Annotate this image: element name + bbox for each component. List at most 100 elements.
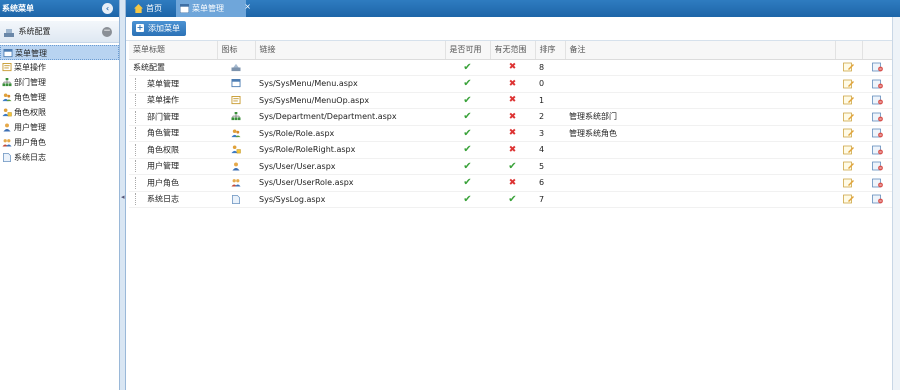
sidebar-title: 系统菜单 bbox=[2, 4, 34, 13]
form-icon bbox=[2, 63, 12, 72]
document-icon bbox=[3, 153, 11, 162]
delete-icon[interactable] bbox=[871, 178, 883, 188]
tree-line bbox=[135, 94, 145, 107]
sidebar-item-1[interactable]: 菜单操作 bbox=[0, 60, 119, 75]
delete-icon[interactable] bbox=[871, 62, 883, 72]
cell-link: Sys/SysLog.aspx bbox=[255, 191, 445, 208]
sidebar-item-7[interactable]: 系统日志 bbox=[0, 150, 119, 165]
edit-icon[interactable] bbox=[843, 145, 854, 155]
delete-icon[interactable] bbox=[871, 161, 883, 171]
tab-menu-management[interactable]: 菜单管理 × bbox=[176, 0, 251, 17]
table-row[interactable]: 用户角色 Sys/User/UserRole.aspx ✔ ✖ 6 bbox=[129, 174, 892, 192]
tree-line bbox=[135, 127, 145, 140]
col-enabled[interactable]: 是否可用 bbox=[445, 41, 491, 60]
collapse-group-icon[interactable]: − bbox=[102, 27, 112, 37]
edit-icon[interactable] bbox=[843, 95, 854, 105]
cross-icon: ✖ bbox=[508, 177, 517, 188]
cell-sort: 4 bbox=[535, 141, 565, 159]
sidebar-item-6[interactable]: 用户角色 bbox=[0, 135, 119, 150]
table-row[interactable]: 部门管理 Sys/Department/Department.aspx ✔ ✖ 2 管理系… bbox=[129, 108, 892, 126]
delete-icon[interactable] bbox=[871, 95, 883, 105]
edit-icon[interactable] bbox=[843, 79, 854, 89]
vertical-scrollbar[interactable] bbox=[892, 17, 900, 390]
cell-link: Sys/SysMenu/Menu.aspx bbox=[255, 75, 445, 93]
table-row[interactable]: 角色权限 Sys/Role/RoleRight.aspx ✔ ✖ 4 bbox=[129, 141, 892, 159]
edit-icon[interactable] bbox=[843, 62, 854, 72]
col-delete-action bbox=[862, 41, 893, 60]
tree-line bbox=[135, 143, 145, 156]
splitter-arrow-icon[interactable]: ◂ bbox=[121, 193, 125, 201]
sidebar-item-label: 部门管理 bbox=[14, 78, 46, 87]
cell-delete bbox=[862, 141, 892, 159]
table-row[interactable]: 菜单操作 Sys/SysMenu/MenuOp.aspx ✔ ✖ 1 bbox=[129, 92, 892, 109]
col-remark[interactable]: 备注 bbox=[565, 41, 836, 60]
user-group-icon bbox=[2, 139, 12, 147]
window-icon bbox=[180, 4, 189, 13]
cross-icon: ✖ bbox=[508, 62, 517, 73]
cell-title: 菜单操作 bbox=[129, 92, 217, 109]
edit-icon[interactable] bbox=[843, 161, 854, 171]
cell-title: 系统配置 bbox=[129, 59, 217, 76]
row-title: 菜单操作 bbox=[147, 95, 179, 105]
cell-title: 系统日志 bbox=[129, 191, 217, 208]
collapse-left-icon[interactable]: ‹ bbox=[102, 3, 113, 14]
cell-link: Sys/User/UserRole.aspx bbox=[255, 174, 445, 192]
table-row[interactable]: 菜单管理 Sys/SysMenu/Menu.aspx ✔ ✖ 0 bbox=[129, 75, 892, 93]
check-icon: ✔ bbox=[463, 160, 472, 172]
cross-icon: ✖ bbox=[508, 128, 517, 139]
table-row[interactable]: 角色管理 Sys/Role/Role.aspx ✔ ✖ 3 管理系统角色 bbox=[129, 125, 892, 142]
sidebar-group-system-config[interactable]: 系统配置 − bbox=[0, 21, 119, 43]
cell-sort: 0 bbox=[535, 75, 565, 93]
cell-edit bbox=[835, 158, 862, 175]
edit-icon[interactable] bbox=[843, 178, 854, 188]
sidebar-item-3[interactable]: 角色管理 bbox=[0, 90, 119, 105]
edit-icon[interactable] bbox=[843, 128, 854, 138]
col-icon[interactable]: 图标 bbox=[217, 41, 256, 60]
main-panel: 首页 菜单管理 × + 添加菜单 菜单标题 图标 链接 是否可用 有无范围 排序… bbox=[126, 0, 900, 390]
sidebar-item-2[interactable]: 部门管理 bbox=[0, 75, 119, 90]
col-title[interactable]: 菜单标题 bbox=[129, 41, 218, 60]
delete-icon[interactable] bbox=[871, 112, 883, 122]
close-icon[interactable]: × bbox=[244, 0, 251, 15]
check-icon: ✔ bbox=[463, 111, 472, 123]
user-icon bbox=[232, 162, 240, 171]
home-icon bbox=[134, 4, 143, 13]
col-scope[interactable]: 有无范围 bbox=[490, 41, 536, 60]
tab-bar: 首页 菜单管理 × bbox=[126, 0, 900, 17]
cell-link: Sys/Role/RoleRight.aspx bbox=[255, 141, 445, 159]
col-link[interactable]: 链接 bbox=[255, 41, 446, 60]
tab-menu-label: 菜单管理 bbox=[192, 4, 224, 13]
delete-icon[interactable] bbox=[871, 79, 883, 89]
sidebar-menu: 菜单管理 菜单操作部门管理角色管理 角色权限 用户管理 用户角色 系统日志 bbox=[0, 43, 119, 165]
cell-enabled: ✔ bbox=[445, 141, 490, 159]
role-key-icon bbox=[2, 108, 12, 117]
cell-sort: 2 bbox=[535, 108, 565, 126]
table-row[interactable]: 系统日志 Sys/SysLog.aspx ✔ ✔ 7 bbox=[129, 191, 892, 208]
toolbar: + 添加菜单 bbox=[126, 17, 900, 41]
edit-icon[interactable] bbox=[843, 112, 854, 122]
col-sort[interactable]: 排序 bbox=[535, 41, 566, 60]
cell-icon bbox=[217, 108, 255, 126]
row-title: 菜单管理 bbox=[147, 79, 179, 89]
table-row[interactable]: 用户管理 Sys/User/User.aspx ✔ ✔ 5 bbox=[129, 158, 892, 175]
delete-icon[interactable] bbox=[871, 128, 883, 138]
delete-icon[interactable] bbox=[871, 194, 883, 204]
check-icon: ✔ bbox=[508, 193, 517, 205]
table-row[interactable]: 系统配置 ✔ ✖ 8 bbox=[129, 59, 892, 76]
cell-delete bbox=[862, 191, 892, 208]
plus-icon: + bbox=[136, 23, 144, 32]
sidebar-item-0[interactable]: 菜单管理 bbox=[0, 45, 119, 60]
cell-edit bbox=[835, 75, 862, 93]
add-menu-button[interactable]: + 添加菜单 bbox=[132, 21, 186, 36]
cell-icon bbox=[217, 59, 255, 76]
user-group-icon bbox=[231, 179, 241, 187]
sidebar-item-4[interactable]: 角色权限 bbox=[0, 105, 119, 120]
check-icon: ✔ bbox=[463, 127, 472, 139]
sidebar-item-5[interactable]: 用户管理 bbox=[0, 120, 119, 135]
edit-icon[interactable] bbox=[843, 194, 854, 204]
tab-home[interactable]: 首页 bbox=[130, 0, 175, 17]
cell-enabled: ✔ bbox=[445, 191, 490, 208]
cell-remark bbox=[565, 191, 835, 208]
cell-delete bbox=[862, 125, 892, 142]
delete-icon[interactable] bbox=[871, 145, 883, 155]
